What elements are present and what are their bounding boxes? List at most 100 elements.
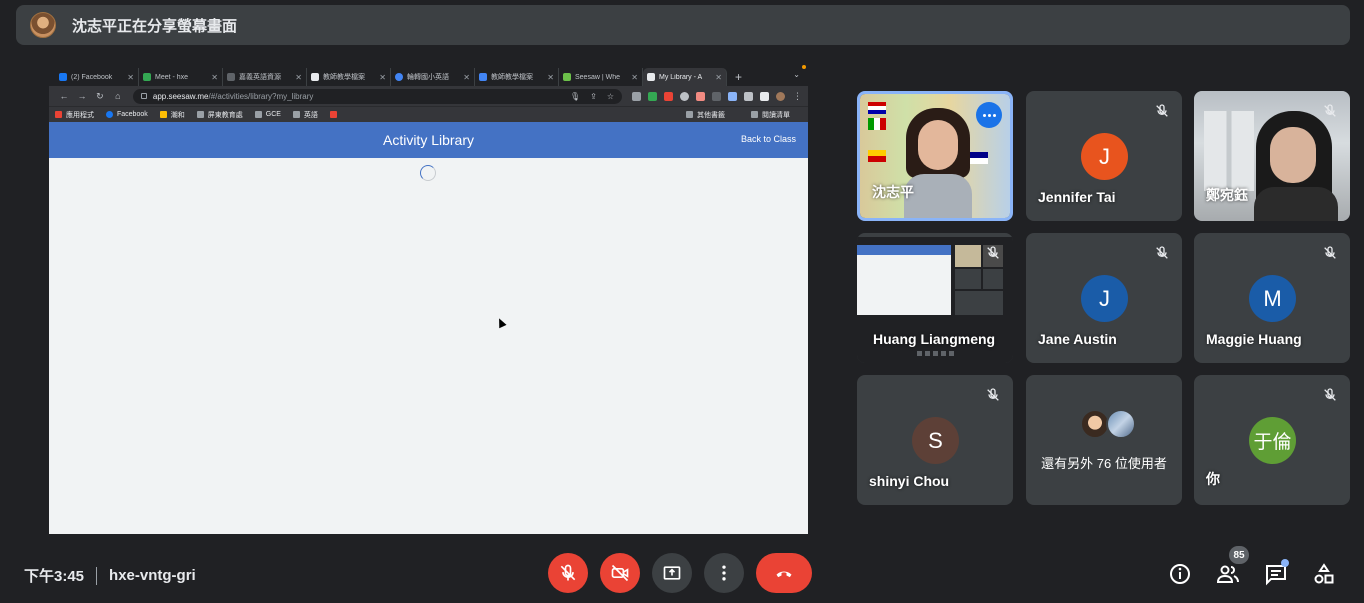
flag-icon [868, 118, 886, 130]
extension-icon[interactable] [632, 91, 641, 101]
mic-off-icon [1156, 246, 1168, 259]
extension-icon[interactable] [712, 91, 721, 101]
participant-tile[interactable]: S shinyi Chou [857, 375, 1013, 505]
camera-toggle-button[interactable] [600, 553, 640, 593]
page-icon [196, 111, 204, 118]
close-icon[interactable]: ✕ [631, 73, 638, 82]
back-to-class-link[interactable]: Back to Class [741, 134, 796, 144]
browser-tab-active[interactable]: My Library - A ✕ [643, 68, 727, 86]
browser-tab[interactable]: Meet - hxe ✕ [139, 68, 223, 86]
extension-icon[interactable] [680, 91, 689, 101]
browser-tab[interactable]: 嘉義英語資源 ✕ [223, 68, 307, 86]
extension-icon[interactable] [648, 91, 657, 101]
doc-icon [479, 73, 487, 81]
browser-tab[interactable]: 教師教學檔案 ✕ [307, 68, 391, 86]
close-icon[interactable]: ✕ [127, 73, 134, 82]
cast-icon[interactable] [760, 91, 769, 101]
extension-icon[interactable] [696, 91, 705, 101]
avatar: 于倫 [1249, 417, 1296, 464]
seesaw-icon [563, 73, 571, 81]
more-options-button[interactable] [704, 553, 744, 593]
self-tile[interactable]: 于倫 你 [1194, 375, 1350, 505]
meeting-info: 下午3:45 hxe-vntg-gri [24, 565, 196, 586]
home-icon[interactable]: ⌂ [109, 91, 127, 101]
mic-off-icon [560, 564, 576, 581]
bookmark-item[interactable]: GCE [254, 111, 281, 118]
meet-icon [143, 73, 151, 81]
microphone-toggle-button[interactable] [548, 553, 588, 593]
activities-button[interactable] [1312, 562, 1336, 586]
participant-tile[interactable]: Huang Liangmeng [857, 233, 1013, 363]
browser-menu-icon[interactable]: ⋮ [793, 91, 802, 102]
new-tab-button[interactable]: + [727, 70, 750, 86]
participant-tile[interactable]: J Jennifer Tai [1026, 91, 1182, 221]
facebook-icon [106, 111, 113, 118]
address-bar[interactable]: app.seesaw.me/#/activities/library?my_li… [132, 88, 622, 104]
meeting-details-button[interactable] [1168, 562, 1192, 586]
people-button[interactable] [1216, 562, 1240, 586]
close-icon[interactable]: ✕ [211, 73, 218, 82]
extension-icon[interactable] [728, 91, 737, 101]
participant-tile[interactable]: 鄭宛鈺 [1194, 91, 1350, 221]
bookmark-item[interactable]: 應用程式 [55, 110, 94, 120]
back-arrow-icon[interactable]: ← [55, 91, 73, 101]
browser-tab[interactable]: 輪轉國小英語 ✕ [391, 68, 475, 86]
bookmark-item[interactable]: 潮和 [159, 110, 185, 120]
close-icon[interactable]: ✕ [379, 73, 386, 82]
page-icon [227, 73, 235, 81]
present-screen-button[interactable] [652, 553, 692, 593]
flag-icon [868, 102, 886, 114]
leave-call-button[interactable] [756, 553, 812, 593]
participant-name: 你 [1206, 471, 1220, 487]
puzzle-icon[interactable] [744, 91, 753, 101]
close-icon[interactable]: ✕ [295, 73, 302, 82]
reading-list[interactable]: 閱讀清單 [751, 110, 790, 120]
window-background [1204, 111, 1254, 191]
participant-tile[interactable]: J Jane Austin [1026, 233, 1182, 363]
bookmark-item[interactable] [329, 111, 341, 118]
browser-tab[interactable]: Seesaw | Whe ✕ [559, 68, 643, 86]
participant-name: Huang Liangmeng [873, 331, 996, 347]
apps-grid-icon [55, 111, 62, 118]
camera-off-icon [611, 564, 629, 582]
chat-notification-dot [1281, 559, 1289, 567]
participant-name: 沈志平 [872, 184, 914, 200]
close-icon[interactable]: ✕ [463, 73, 470, 82]
avatar: M [1249, 275, 1296, 322]
star-icon[interactable]: ☆ [607, 92, 614, 101]
participant-name: 鄭宛鈺 [1206, 187, 1248, 203]
person-face [1270, 127, 1316, 183]
close-icon[interactable]: ✕ [547, 73, 554, 82]
others-tile[interactable]: 還有另外 76 位使用者 [1026, 375, 1182, 505]
chevron-down-icon[interactable]: ⌄ [793, 70, 800, 79]
share-icon[interactable]: ⇪ [590, 92, 597, 101]
bookmark-item[interactable]: 英語 [292, 110, 318, 120]
mouse-cursor-icon [495, 316, 507, 329]
participant-tile-presenter[interactable]: 沈志平 [857, 91, 1013, 221]
forward-arrow-icon[interactable]: → [73, 91, 91, 101]
meeting-code: hxe-vntg-gri [109, 567, 196, 584]
other-bookmarks[interactable]: 其他書籤 [686, 110, 725, 120]
mic-off-icon [1324, 246, 1336, 259]
profile-avatar[interactable] [776, 91, 785, 101]
close-icon[interactable]: ✕ [715, 73, 722, 82]
browser-tab[interactable]: 教師教學檔案 ✕ [475, 68, 559, 86]
reload-icon[interactable]: ↻ [91, 91, 109, 102]
folder-icon [686, 111, 693, 118]
facebook-icon [59, 73, 67, 81]
extensions-bar [632, 91, 785, 101]
avatar: S [912, 417, 959, 464]
mic-off-icon [1324, 104, 1336, 117]
seesaw-header: Activity Library Back to Class [49, 122, 808, 158]
microphone-icon[interactable]: 🎙 [570, 92, 580, 101]
extension-icon[interactable] [664, 91, 673, 101]
avatar: J [1081, 133, 1128, 180]
bookmark-item[interactable]: 屏東教育處 [196, 110, 243, 120]
bookmark-item[interactable]: Facebook [106, 111, 148, 118]
participant-tile[interactable]: M Maggie Huang [1194, 233, 1350, 363]
reading-list-icon [751, 111, 758, 118]
more-options-button[interactable] [976, 102, 1002, 128]
avatar [1106, 409, 1136, 439]
browser-tab[interactable]: (2) Facebook ✕ [55, 68, 139, 86]
flag-icon [970, 152, 988, 164]
